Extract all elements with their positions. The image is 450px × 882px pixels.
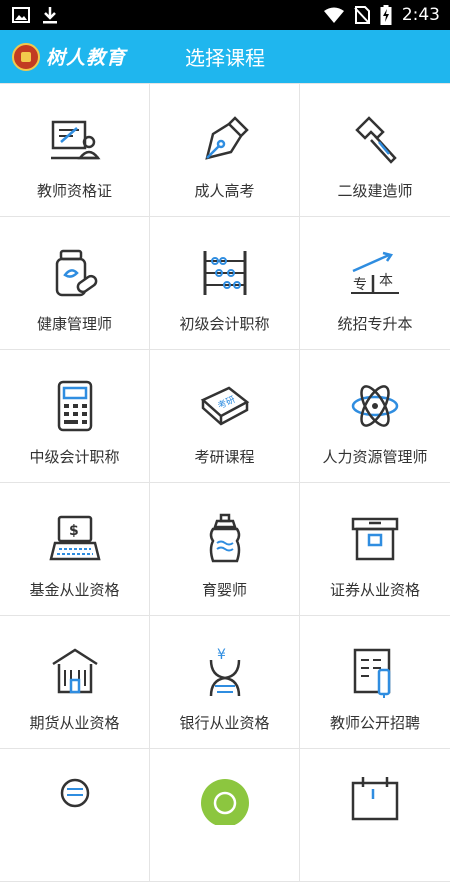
baby-bottle-icon: [209, 513, 240, 563]
course-label: 考研课程: [194, 448, 255, 466]
upgrade-chart-icon: 专本: [351, 251, 399, 294]
course-label: 期货从业资格: [29, 714, 120, 732]
calculator-icon: [57, 380, 92, 432]
fund-laptop-icon: $: [48, 515, 101, 561]
course-item[interactable]: ¥ 银行从业资格: [150, 616, 300, 749]
atom-icon: [351, 385, 399, 427]
course-item[interactable]: [0, 749, 150, 882]
course-item[interactable]: 初级会计职称: [150, 217, 300, 350]
status-bar: 2:43: [0, 0, 450, 30]
calendar-icon: [351, 777, 399, 821]
exam-book-icon: 考研: [200, 386, 249, 426]
course-item[interactable]: 期货从业资格: [0, 616, 150, 749]
svg-text:¥: ¥: [217, 647, 226, 663]
page-title: 选择课程: [185, 46, 265, 70]
svg-text:专: 专: [353, 277, 367, 293]
svg-text:本: 本: [379, 273, 393, 289]
course-label: 统招专升本: [337, 315, 413, 333]
dna-yuan-icon: ¥: [209, 647, 240, 697]
course-label: 教师公开招聘: [329, 714, 420, 732]
course-item[interactable]: 二级建造师: [300, 84, 450, 217]
course-item[interactable]: 专本 统招专升本: [300, 217, 450, 350]
course-label: 育婴师: [201, 581, 247, 599]
clock-time: 2:43: [401, 5, 440, 25]
app-header: 树人教育 选择课程: [0, 30, 450, 83]
course-label: 教师资格证: [36, 182, 112, 200]
course-item[interactable]: 人力资源管理师: [300, 350, 450, 483]
image-icon: [12, 7, 30, 23]
course-item[interactable]: 考研 考研课程: [150, 350, 300, 483]
course-item[interactable]: $ 基金从业资格: [0, 483, 150, 616]
pen-nib-icon: [204, 116, 249, 160]
abacus-icon: [203, 251, 246, 295]
course-item[interactable]: 健康管理师: [0, 217, 150, 350]
course-label: 成人高考: [194, 182, 255, 200]
hammer-icon: [355, 116, 397, 164]
course-item[interactable]: 证券从业资格: [300, 483, 450, 616]
battery-icon: [380, 5, 392, 25]
course-item[interactable]: 教师资格证: [0, 84, 150, 217]
wifi-icon: [323, 7, 344, 23]
recruitment-doc-icon: [353, 648, 391, 698]
svg-text:$: $: [69, 523, 79, 539]
course-label: 银行从业资格: [179, 714, 270, 732]
course-label: 基金从业资格: [29, 581, 120, 599]
course-label: 人力资源管理师: [322, 448, 428, 466]
course-item[interactable]: 教师公开招聘: [300, 616, 450, 749]
securities-box-icon: [351, 517, 399, 561]
course-label: 健康管理师: [36, 315, 112, 333]
course-item[interactable]: [150, 749, 300, 882]
course-grid: 教师资格证 成人高考 二级建造师 健康管理师 初级会计职称 专本 统招专升本 中…: [0, 83, 450, 882]
download-icon: [43, 7, 57, 24]
green-badge-icon: [200, 779, 249, 825]
course-item[interactable]: [300, 749, 450, 882]
course-item[interactable]: 成人高考: [150, 84, 300, 217]
course-label: 中级会计职称: [29, 448, 120, 466]
medicine-bottle-icon: [55, 249, 97, 297]
bank-building-icon: [51, 648, 98, 694]
course-item[interactable]: 育婴师: [150, 483, 300, 616]
course-label: 证券从业资格: [329, 581, 420, 599]
coin-stack-icon: [60, 778, 89, 808]
course-label: 二级建造师: [337, 182, 413, 200]
course-label: 初级会计职称: [179, 315, 270, 333]
no-sim-icon: [354, 6, 370, 24]
course-item[interactable]: 中级会计职称: [0, 350, 150, 483]
teacher-board-icon: [50, 120, 101, 160]
